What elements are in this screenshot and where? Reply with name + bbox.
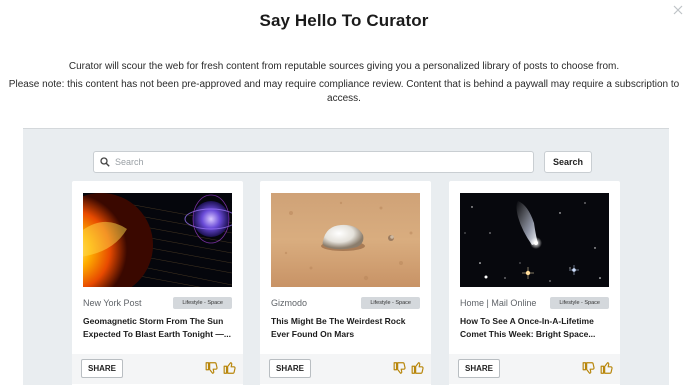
article-source: Gizmodo: [271, 298, 308, 308]
article-card[interactable]: New York Post Lifestyle - Space Geomagne…: [72, 181, 243, 385]
search-button[interactable]: Search: [544, 151, 592, 173]
thumbs-down-icon[interactable]: [582, 361, 596, 375]
category-tag: Lifestyle - Space: [361, 297, 420, 309]
card-footer: SHARE: [260, 354, 431, 384]
modal-title: Say Hello To Curator: [259, 11, 429, 30]
card-footer: SHARE: [72, 354, 243, 384]
search-input[interactable]: [115, 157, 515, 167]
thumbs-down-icon[interactable]: [393, 361, 407, 375]
share-button[interactable]: SHARE: [81, 359, 124, 378]
thumbs-down-icon[interactable]: [205, 361, 219, 375]
share-button[interactable]: SHARE: [458, 359, 501, 378]
thumbs-up-icon[interactable]: [600, 361, 614, 375]
share-button[interactable]: SHARE: [269, 359, 312, 378]
article-headline[interactable]: Geomagnetic Storm From The Sun Expected …: [83, 315, 235, 340]
search-icon: [100, 157, 110, 167]
article-card[interactable]: Gizmodo Lifestyle - Space This Might Be …: [260, 181, 431, 385]
category-tag: Lifestyle - Space: [550, 297, 609, 309]
close-button[interactable]: [672, 4, 684, 16]
category-tag: Lifestyle - Space: [173, 297, 232, 309]
article-card[interactable]: Home | Mail Online Lifestyle - Space How…: [449, 181, 620, 385]
thumbs-up-icon[interactable]: [223, 361, 237, 375]
article-source: Home | Mail Online: [460, 298, 537, 308]
article-headline[interactable]: How To See A Once-In-A-Lifetime Comet Th…: [460, 315, 612, 340]
mars-rock-image[interactable]: [271, 193, 420, 287]
card-footer: SHARE: [449, 354, 620, 384]
disclaimer-text: Please note: this content has not been p…: [8, 79, 680, 104]
article-source: New York Post: [83, 298, 142, 308]
article-headline[interactable]: This Might Be The Weirdest Rock Ever Fou…: [271, 315, 423, 340]
close-icon: [673, 5, 683, 15]
thumbs-up-icon[interactable]: [411, 361, 425, 375]
content-panel: Search Search New York Post Lifestyle - …: [23, 128, 669, 385]
intro-text: Curator will scour the web for fresh con…: [68, 61, 620, 72]
search-field[interactable]: [93, 151, 534, 173]
comet-image[interactable]: [460, 193, 609, 287]
solar-storm-image[interactable]: [83, 193, 232, 287]
